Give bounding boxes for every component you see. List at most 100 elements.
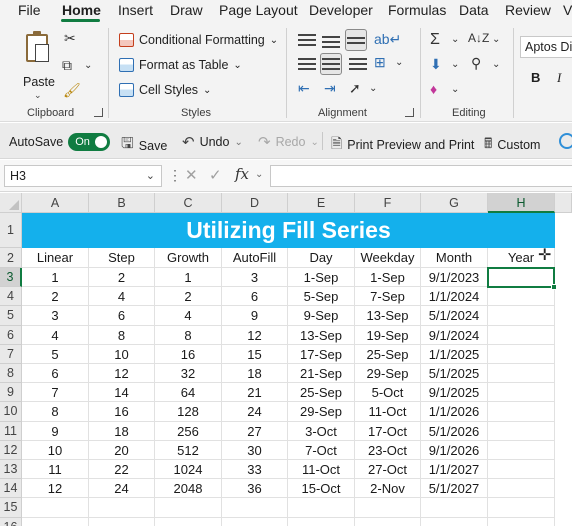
empty-cell[interactable] (355, 498, 421, 518)
data-cell[interactable]: 9 (222, 306, 288, 326)
data-cell[interactable]: 29-Sep (355, 364, 421, 384)
data-cell[interactable]: 29-Sep (288, 402, 355, 422)
autosave-toggle[interactable]: On (68, 133, 111, 151)
data-cell[interactable]: 9/1/2024 (421, 325, 488, 345)
data-cell[interactable]: 5-Sep (288, 287, 355, 307)
chevron-down-icon[interactable]: ⌄ (492, 59, 500, 70)
column-header-f[interactable]: F (355, 193, 421, 213)
top-align-icon[interactable] (298, 34, 316, 48)
data-cell[interactable]: 12 (89, 364, 155, 384)
data-cell[interactable]: 9 (22, 421, 89, 441)
custom-view-button[interactable]: 🖩 Custom (484, 133, 540, 157)
data-cell[interactable] (488, 344, 555, 364)
clear-icon[interactable]: ♦ (430, 81, 437, 97)
row-header-6[interactable]: 6 (0, 325, 22, 345)
tab-view[interactable]: V (563, 2, 572, 18)
data-cell[interactable] (488, 364, 555, 384)
data-cell[interactable]: 1 (22, 268, 89, 288)
cancel-icon[interactable]: ✕ (185, 166, 198, 184)
row-header-1[interactable]: 1 (0, 213, 22, 248)
middle-align-icon[interactable] (322, 36, 340, 50)
tab-home[interactable]: Home (62, 2, 101, 18)
row-header-9[interactable]: 9 (0, 383, 22, 403)
data-cell[interactable]: 30 (222, 440, 288, 460)
fill-icon[interactable]: ⬇ (430, 56, 442, 73)
data-cell[interactable] (488, 383, 555, 403)
data-cell[interactable]: 25-Sep (355, 344, 421, 364)
data-cell[interactable] (488, 287, 555, 307)
data-cell[interactable]: 8 (22, 402, 89, 422)
alignment-dialog-launcher[interactable] (405, 108, 414, 117)
empty-cell[interactable] (89, 498, 155, 518)
data-cell[interactable]: 6 (222, 287, 288, 307)
fill-handle[interactable] (551, 284, 557, 291)
row-header-16[interactable]: 16 (0, 517, 22, 526)
save-button[interactable]: 🖫 Save (121, 133, 167, 158)
data-cell[interactable]: 9/1/2025 (421, 383, 488, 403)
row-header-15[interactable]: 15 (0, 498, 22, 518)
column-header-h[interactable]: H (488, 193, 555, 213)
format-painter-icon[interactable]: 🖌 (63, 82, 81, 99)
data-cell[interactable]: 14 (89, 383, 155, 403)
empty-cell[interactable] (222, 498, 288, 518)
row-header-3[interactable]: 3 (0, 268, 22, 288)
chevron-down-icon[interactable]: ⌄ (395, 57, 403, 68)
data-cell[interactable]: 8 (89, 325, 155, 345)
bold-button[interactable]: B (531, 70, 540, 85)
column-header-b[interactable]: B (89, 193, 155, 213)
data-cell[interactable]: 25-Sep (288, 383, 355, 403)
data-cell[interactable]: 11-Oct (288, 460, 355, 480)
data-cell[interactable]: 1/1/2027 (421, 460, 488, 480)
chevron-down-icon[interactable]: ⌄ (451, 34, 459, 45)
data-cell[interactable]: 1/1/2024 (421, 287, 488, 307)
data-cell[interactable]: 3 (22, 306, 89, 326)
font-name-box[interactable]: Aptos Di (520, 36, 572, 58)
row-header-12[interactable]: 12 (0, 440, 22, 460)
empty-cell[interactable] (22, 498, 89, 518)
empty-cell[interactable] (488, 517, 555, 526)
data-cell[interactable]: 19-Sep (355, 325, 421, 345)
data-cell[interactable]: 6 (89, 306, 155, 326)
autosave-control[interactable]: AutoSave On (9, 133, 111, 151)
wrap-text-icon[interactable]: ab↵ (374, 31, 401, 48)
tab-file[interactable]: File (18, 2, 41, 18)
chevron-down-icon[interactable]: ⌄ (451, 84, 459, 95)
data-cell[interactable] (488, 402, 555, 422)
empty-cell[interactable] (288, 498, 355, 518)
data-cell[interactable]: 4 (89, 287, 155, 307)
data-cell[interactable]: 2 (22, 287, 89, 307)
row-header-11[interactable]: 11 (0, 421, 22, 441)
data-cell[interactable]: 21 (222, 383, 288, 403)
data-cell[interactable]: 9/1/2023 (421, 268, 488, 288)
select-all-button[interactable] (0, 193, 22, 213)
data-cell[interactable]: 1024 (155, 460, 222, 480)
data-cell[interactable]: 18 (89, 421, 155, 441)
data-cell[interactable]: 4 (155, 306, 222, 326)
data-cell[interactable]: 5-Oct (355, 383, 421, 403)
empty-cell[interactable] (222, 517, 288, 526)
chevron-down-icon[interactable]: ⌄ (492, 34, 500, 45)
undo-button[interactable]: ↶ Undo ⌄ (182, 133, 243, 151)
data-cell[interactable]: 1/1/2025 (421, 344, 488, 364)
column-label-step[interactable]: Step (89, 248, 155, 268)
data-cell[interactable]: 32 (155, 364, 222, 384)
row-header-4[interactable]: 4 (0, 287, 22, 307)
align-left-icon[interactable] (298, 58, 316, 72)
row-header-5[interactable]: 5 (0, 306, 22, 326)
data-cell[interactable]: 512 (155, 440, 222, 460)
data-cell[interactable]: 1/1/2026 (421, 402, 488, 422)
data-cell[interactable]: 7 (22, 383, 89, 403)
column-label-month[interactable]: Month (421, 248, 488, 268)
empty-cell[interactable] (89, 517, 155, 526)
chevron-down-icon[interactable]: ⌄ (255, 169, 263, 180)
increase-indent-icon[interactable]: ⇥ (324, 80, 336, 97)
data-cell[interactable]: 16 (89, 402, 155, 422)
paste-button[interactable]: Paste ⌄ (20, 30, 56, 100)
find-select-icon[interactable]: ⚲ (471, 55, 481, 72)
data-cell[interactable]: 36 (222, 479, 288, 499)
data-cell[interactable]: 12 (22, 479, 89, 499)
tab-review[interactable]: Review (505, 2, 551, 18)
column-header-e[interactable]: E (288, 193, 355, 213)
cut-icon[interactable]: ✂ (64, 30, 76, 47)
column-label-day[interactable]: Day (288, 248, 355, 268)
